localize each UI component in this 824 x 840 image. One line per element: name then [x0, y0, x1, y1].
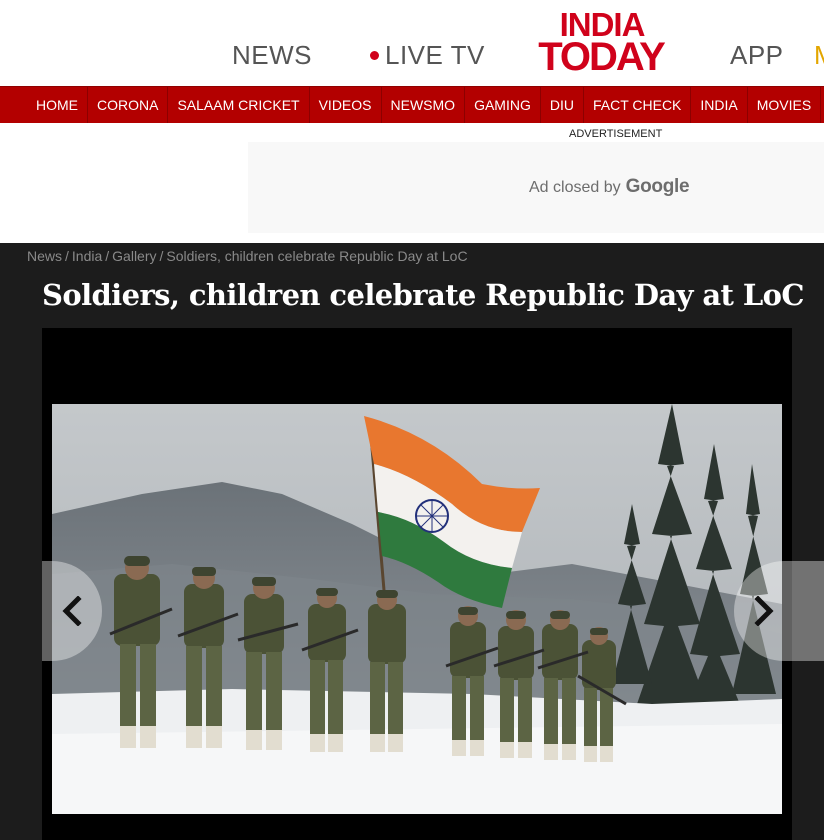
breadcrumb-separator: /	[105, 248, 110, 264]
nav-item-videos[interactable]: VIDEOS	[310, 87, 382, 123]
breadcrumb-news[interactable]: News	[27, 248, 62, 264]
gallery-slide-frame	[42, 328, 792, 840]
main-nav-bar: HOME CORONA SALAAM CRICKET VIDEOS NEWSMO…	[0, 86, 824, 123]
breadcrumb-current: Soldiers, children celebrate Republic Da…	[166, 248, 468, 264]
nav-item-newsmo[interactable]: NEWSMO	[382, 87, 466, 123]
nav-item-diu[interactable]: DIU	[541, 87, 584, 123]
chevron-left-icon	[62, 596, 82, 626]
gallery-next-button[interactable]	[734, 561, 824, 661]
live-tv-label: LIVE TV	[385, 40, 485, 70]
live-dot-icon	[370, 51, 379, 60]
nav-item-movies[interactable]: MOVIES	[748, 87, 822, 123]
logo-line2: TODAY	[538, 35, 666, 76]
top-header: NEWS LIVE TV INDIA TODAY APP M	[0, 0, 824, 86]
photo-soldiers-flag-snow	[52, 404, 782, 814]
nav-item-salaam-cricket[interactable]: SALAAM CRICKET	[168, 87, 310, 123]
nav-item-home[interactable]: HOME	[0, 87, 88, 123]
chevron-right-icon	[754, 596, 774, 626]
breadcrumb: News / India / Gallery / Soldiers, children ce…	[27, 248, 468, 264]
ad-closed-message: Ad closed by Google	[529, 176, 690, 198]
nav-live-tv-link[interactable]: LIVE TV	[370, 40, 485, 71]
ad-slot: Ad closed by Google	[248, 142, 824, 233]
page-title: Soldiers, children celebrate Republic Da…	[42, 278, 804, 312]
breadcrumb-india[interactable]: India	[72, 248, 102, 264]
gallery-photo[interactable]	[52, 404, 782, 814]
breadcrumb-separator: /	[159, 248, 164, 264]
nav-news-link[interactable]: NEWS	[232, 40, 312, 71]
breadcrumb-gallery[interactable]: Gallery	[112, 248, 156, 264]
gallery-section: News / India / Gallery / Soldiers, children ce…	[0, 243, 824, 840]
nav-item-gaming[interactable]: GAMING	[465, 87, 541, 123]
breadcrumb-separator: /	[65, 248, 69, 264]
nav-item-india[interactable]: INDIA	[691, 87, 748, 123]
nav-item-corona[interactable]: CORONA	[88, 87, 169, 123]
google-logo: Google	[625, 176, 690, 197]
advertisement-label: ADVERTISEMENT	[569, 128, 663, 140]
nav-item-fact-check[interactable]: FACT CHECK	[584, 87, 692, 123]
india-today-logo[interactable]: INDIA TODAY	[528, 6, 676, 79]
ad-closed-text: Ad closed by	[529, 179, 621, 196]
nav-more-link[interactable]: M	[814, 40, 824, 71]
nav-app-link[interactable]: APP	[730, 40, 784, 71]
